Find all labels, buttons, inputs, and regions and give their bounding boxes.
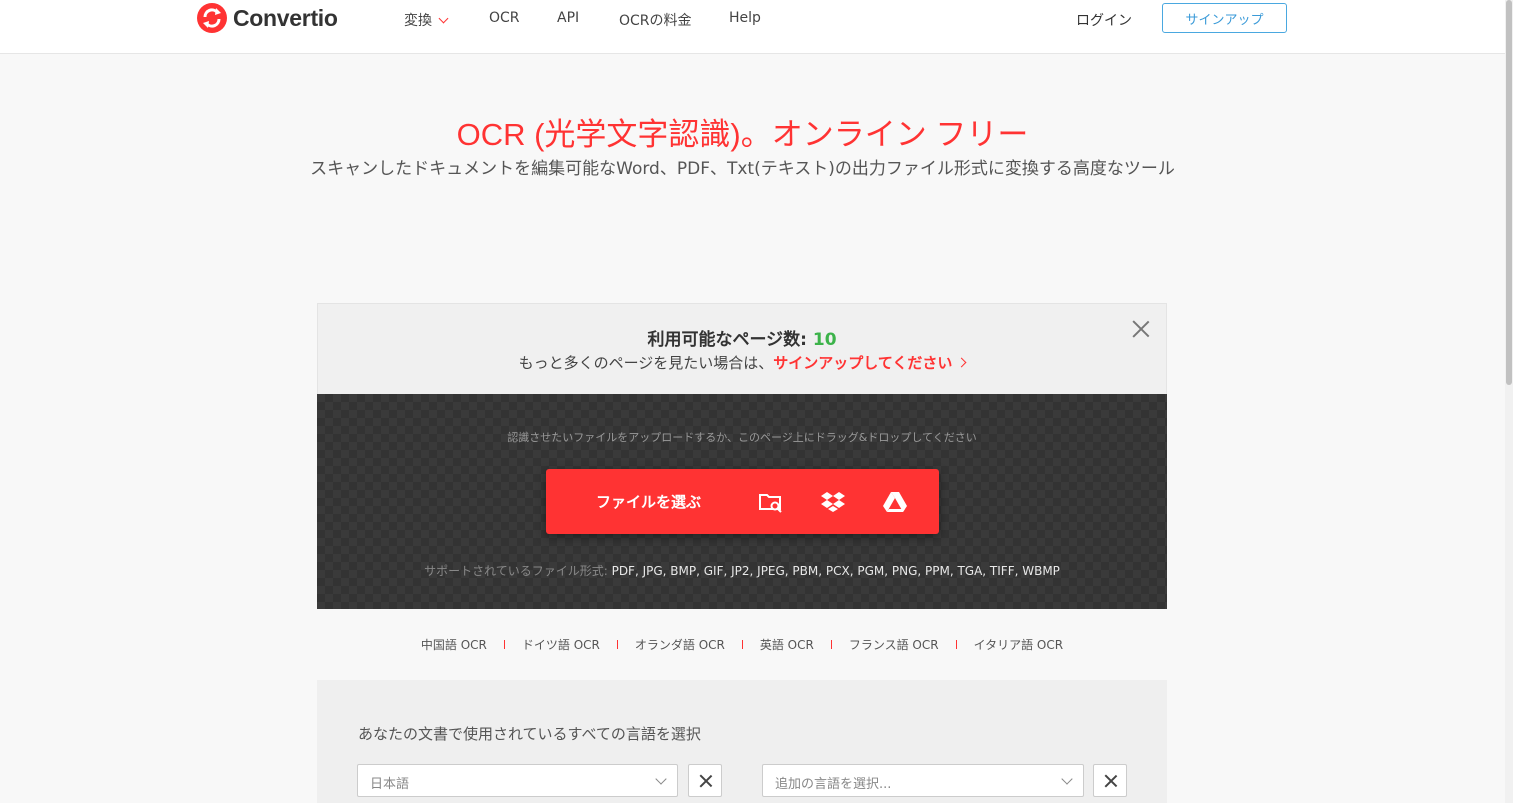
choose-file-bar: ファイルを選ぶ xyxy=(546,469,939,534)
top-header: Convertio 変換 OCR API OCRの料金 Help ログイン サイ… xyxy=(0,0,1505,54)
signup-button[interactable]: サインアップ xyxy=(1162,3,1287,33)
drop-hint: 認識させたいファイルをアップロードするか、このページ上にドラッグ&ドロップしてく… xyxy=(507,431,977,444)
chevron-down-icon xyxy=(1061,773,1073,785)
upload-panel: 利用可能なページ数: 10 もっと多くのページを見たい場合は、サインアップしてく… xyxy=(317,303,1167,609)
signup-prompt-link[interactable]: サインアップしてください xyxy=(773,354,952,372)
signup-prompt-text: もっと多くのページを見たい場合は、 xyxy=(518,354,774,372)
lang-link-dutch[interactable]: オランダ語 OCR xyxy=(618,636,742,653)
drop-zone[interactable]: 認識させたいファイルをアップロードするか、このページ上にドラッグ&ドロップしてく… xyxy=(317,394,1167,609)
additional-language-select[interactable]: 追加の言語を選択... xyxy=(762,764,1084,797)
chevron-down-icon xyxy=(655,773,667,785)
choose-file-button[interactable]: ファイルを選ぶ xyxy=(546,491,751,512)
lang-link-italian[interactable]: イタリア語 OCR xyxy=(957,636,1081,653)
additional-language-placeholder: 追加の言語を選択... xyxy=(775,777,892,792)
lang-link-german[interactable]: ドイツ語 OCR xyxy=(505,636,617,653)
logo-text: Convertio xyxy=(233,4,338,31)
google-drive-icon[interactable] xyxy=(882,489,908,515)
close-notice-icon[interactable] xyxy=(1132,320,1150,338)
clear-additional-language-button[interactable] xyxy=(1093,764,1127,797)
convertio-logo-icon xyxy=(197,3,227,33)
formats-label: サポートされているファイル形式: xyxy=(424,564,612,578)
pages-available: 利用可能なページ数: 10 xyxy=(318,325,1166,350)
language-select-panel: あなたの文書で使用されているすべての言語を選択 日本語 追加の言語を選択... xyxy=(317,680,1167,803)
pages-count: 10 xyxy=(812,330,837,350)
signup-prompt: もっと多くのページを見たい場合は、サインアップしてください xyxy=(318,352,1166,373)
nav-ocr[interactable]: OCR xyxy=(489,10,520,26)
pages-notice: 利用可能なページ数: 10 もっと多くのページを見たい場合は、サインアップしてく… xyxy=(317,303,1167,394)
nav-ocr-pricing[interactable]: OCRの料金 xyxy=(619,10,692,30)
clear-primary-language-button[interactable] xyxy=(688,764,722,797)
chevron-right-icon xyxy=(956,357,967,368)
chevron-down-icon xyxy=(438,13,449,24)
primary-language-value: 日本語 xyxy=(370,777,410,792)
language-select-title: あなたの文書で使用されているすべての言語を選択 xyxy=(358,725,701,743)
dropbox-icon[interactable] xyxy=(820,489,846,515)
lang-link-french[interactable]: フランス語 OCR xyxy=(832,636,956,653)
primary-language-select[interactable]: 日本語 xyxy=(357,764,678,797)
formats-list: PDF, JPG, BMP, GIF, JP2, JPEG, PBM, PCX,… xyxy=(611,564,1060,578)
language-links: 中国語 OCR ドイツ語 OCR オランダ語 OCR 英語 OCR フランス語 … xyxy=(317,636,1167,653)
nav-api[interactable]: API xyxy=(557,10,579,26)
scrollbar-thumb[interactable] xyxy=(1506,0,1512,385)
login-link[interactable]: ログイン xyxy=(1076,10,1132,30)
page-title: OCR (光学文字認識)。オンライン フリー xyxy=(456,117,1029,152)
folder-search-icon[interactable] xyxy=(758,489,784,515)
logo[interactable]: Convertio xyxy=(197,3,338,33)
page-scrollbar[interactable] xyxy=(1505,0,1513,803)
supported-formats: サポートされているファイル形式: PDF, JPG, BMP, GIF, JP2… xyxy=(317,562,1167,579)
pages-label: 利用可能なページ数: xyxy=(647,330,813,350)
lang-link-chinese[interactable]: 中国語 OCR xyxy=(404,636,504,653)
lang-link-english[interactable]: 英語 OCR xyxy=(743,636,831,653)
nav-convert-label: 変換 xyxy=(404,13,432,29)
nav-help[interactable]: Help xyxy=(729,10,761,26)
nav-convert[interactable]: 変換 xyxy=(404,10,449,30)
page-subtitle: スキャンしたドキュメントを編集可能なWord、PDF、Txt(テキスト)の出力フ… xyxy=(310,159,1175,179)
